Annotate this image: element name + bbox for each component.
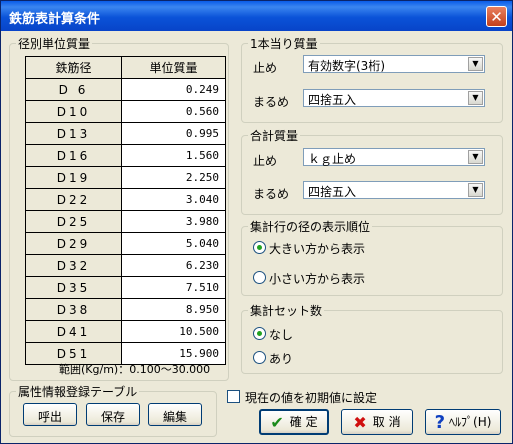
diameter-cell: D19 xyxy=(25,166,122,189)
diameter-cell: D35 xyxy=(25,276,122,299)
save-button[interactable]: 保存 xyxy=(86,403,140,426)
unit-mass-cell[interactable]: 3.040 xyxy=(121,188,226,211)
question-icon: ? xyxy=(434,412,446,433)
call-button[interactable]: 呼出 xyxy=(23,403,77,426)
unit-mass-table: 鉄筋径 単位質量 D 6 0.249 D10 0.560 D13 0.995 D16 1… xyxy=(25,56,226,365)
table-row: D32 6.230 xyxy=(25,254,226,277)
diameter-cell: D13 xyxy=(25,122,122,145)
unit-mass-cell[interactable]: 7.510 xyxy=(121,276,226,299)
unit-mass-cell[interactable]: 5.040 xyxy=(121,232,226,255)
help-button-label: ﾍﾙﾌﾟ(H) xyxy=(449,415,492,429)
set-count-none-radio[interactable] xyxy=(253,327,266,340)
total-round-label: まるめ xyxy=(253,187,290,201)
total-stop-select[interactable]: ｋｇ止め ▼ xyxy=(303,148,485,166)
per-piece-round-select[interactable]: 四捨五入 ▼ xyxy=(303,89,485,107)
table-row: D16 1.560 xyxy=(25,144,226,167)
table-row: D 6 0.249 xyxy=(25,78,226,101)
diameter-cell: D22 xyxy=(25,188,122,211)
edit-button-label: 編集 xyxy=(162,410,187,424)
chevron-down-icon[interactable]: ▼ xyxy=(468,183,483,197)
header-diameter: 鉄筋径 xyxy=(25,56,122,79)
order-descending-radio[interactable] xyxy=(253,241,266,254)
diameter-cell: D32 xyxy=(25,254,122,277)
help-button[interactable]: ? ﾍﾙﾌﾟ(H) xyxy=(425,409,501,435)
set-count-legend: 集計セット数 xyxy=(250,304,323,318)
title-bar[interactable]: 鉄筋表計算条件 ✕ xyxy=(1,1,512,31)
table-row: D19 2.250 xyxy=(25,166,226,189)
chevron-down-icon[interactable]: ▼ xyxy=(468,150,483,164)
per-piece-legend: 1本当り質量 xyxy=(250,37,318,51)
call-button-label: 呼出 xyxy=(37,410,62,424)
unit-mass-cell[interactable]: 3.980 xyxy=(121,210,226,233)
per-piece-round-label: まるめ xyxy=(253,95,290,109)
table-header-row: 鉄筋径 単位質量 xyxy=(25,56,226,79)
diameter-cell: D 6 xyxy=(25,78,122,101)
table-row: D38 8.950 xyxy=(25,298,226,321)
table-row: D25 3.980 xyxy=(25,210,226,233)
diameter-cell: D16 xyxy=(25,144,122,167)
window-title: 鉄筋表計算条件 xyxy=(9,12,101,27)
set-as-default-label[interactable]: 現在の値を初期値に設定 xyxy=(245,389,377,406)
total-legend: 合計質量 xyxy=(250,129,299,143)
table-row: D29 5.040 xyxy=(25,232,226,255)
cancel-button-label: 取 消 xyxy=(372,415,401,429)
diameter-cell: D10 xyxy=(25,100,122,123)
total-round-select[interactable]: 四捨五入 ▼ xyxy=(303,181,485,199)
range-text: 範囲(Kg/m)：0.100～30.000 xyxy=(59,363,211,376)
unit-mass-cell[interactable]: 0.995 xyxy=(121,122,226,145)
order-ascending-label[interactable]: 小さい方から表示 xyxy=(269,270,365,287)
unit-mass-cell[interactable]: 8.950 xyxy=(121,298,226,321)
total-stop-value: ｋｇ止め xyxy=(308,152,357,166)
table-row: D22 3.040 xyxy=(25,188,226,211)
ok-button[interactable]: ✔ 確 定 xyxy=(259,409,329,435)
checkmark-icon: ✔ xyxy=(270,413,284,432)
unit-mass-cell[interactable]: 6.230 xyxy=(121,254,226,277)
table-row: D10 0.560 xyxy=(25,100,226,123)
order-legend: 集計行の径の表示順位 xyxy=(250,220,371,234)
total-round-value: 四捨五入 xyxy=(308,185,357,199)
set-count-yes-label[interactable]: あり xyxy=(269,350,293,367)
order-descending-label[interactable]: 大きい方から表示 xyxy=(269,240,365,257)
per-piece-stop-label: 止め xyxy=(253,61,278,75)
close-button[interactable]: ✕ xyxy=(486,6,507,27)
per-piece-stop-select[interactable]: 有効数字(3桁) ▼ xyxy=(303,55,485,73)
table-row: D41 10.500 xyxy=(25,320,226,343)
set-count-none-label[interactable]: なし xyxy=(269,326,293,343)
per-piece-stop-value: 有効数字(3桁) xyxy=(308,59,385,73)
order-ascending-radio[interactable] xyxy=(253,271,266,284)
total-stop-label: 止め xyxy=(253,154,278,168)
edit-button[interactable]: 編集 xyxy=(148,403,202,426)
attribute-table-legend: 属性情報登録テーブル xyxy=(18,385,138,399)
diameter-group-legend: 径別単位質量 xyxy=(18,37,91,51)
table-row: D13 0.995 xyxy=(25,122,226,145)
ok-button-label: 確 定 xyxy=(289,415,318,429)
diameter-cell: D41 xyxy=(25,320,122,343)
diameter-cell: D29 xyxy=(25,232,122,255)
set-as-default-checkbox[interactable] xyxy=(227,390,240,403)
cancel-button[interactable]: ✖ 取 消 xyxy=(341,409,413,435)
diameter-cell: D25 xyxy=(25,210,122,233)
table-row: D35 7.510 xyxy=(25,276,226,299)
unit-mass-cell[interactable]: 0.560 xyxy=(121,100,226,123)
unit-mass-cell[interactable]: 2.250 xyxy=(121,166,226,189)
unit-mass-cell[interactable]: 0.249 xyxy=(121,78,226,101)
unit-mass-cell[interactable]: 10.500 xyxy=(121,320,226,343)
diameter-cell: D38 xyxy=(25,298,122,321)
save-button-label: 保存 xyxy=(100,410,125,424)
chevron-down-icon[interactable]: ▼ xyxy=(468,91,483,105)
unit-mass-cell[interactable]: 1.560 xyxy=(121,144,226,167)
close-icon: ✖ xyxy=(353,413,367,432)
set-count-yes-radio[interactable] xyxy=(253,351,266,364)
per-piece-round-value: 四捨五入 xyxy=(308,93,357,107)
dialog-window: 鉄筋表計算条件 ✕ 径別単位質量 鉄筋径 単位質量 D 6 0.249 D10 0.… xyxy=(0,0,513,444)
header-unit-mass: 単位質量 xyxy=(121,56,226,79)
chevron-down-icon[interactable]: ▼ xyxy=(468,57,483,71)
